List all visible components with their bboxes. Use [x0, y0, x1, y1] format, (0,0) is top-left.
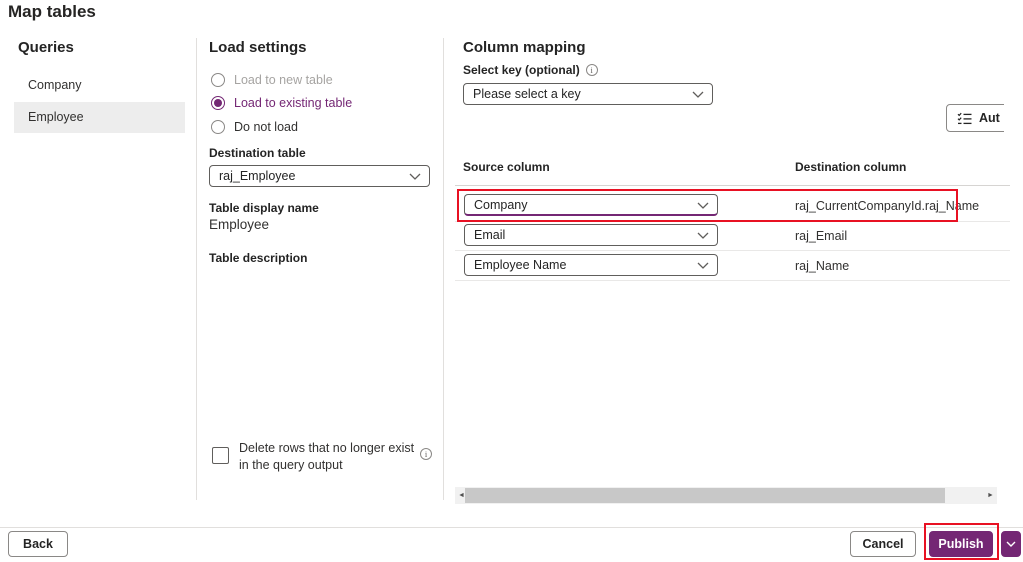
chevron-down-icon	[697, 232, 709, 239]
back-button[interactable]: Back	[8, 531, 68, 557]
dropdown-value: raj_Employee	[219, 169, 296, 183]
info-icon[interactable]	[585, 64, 598, 76]
table-display-name-value: Employee	[209, 217, 270, 232]
cancel-button[interactable]: Cancel	[850, 531, 916, 557]
chevron-down-icon	[409, 173, 421, 180]
table-row-divider	[455, 221, 1010, 222]
destination-table-label: Destination table	[209, 146, 306, 160]
source-column-dropdown-email[interactable]: Email	[464, 224, 718, 246]
dropdown-value: Email	[474, 228, 506, 242]
select-key-dropdown[interactable]: Please select a key	[463, 83, 713, 105]
horizontal-scrollbar[interactable]: ◄ ►	[455, 487, 997, 504]
query-item-label: Company	[28, 78, 82, 92]
auto-map-button-clip: Aut	[946, 104, 1004, 134]
scrollbar-thumb[interactable]	[465, 488, 945, 503]
panel-divider	[196, 38, 197, 500]
scroll-right-arrow-icon[interactable]: ►	[985, 487, 996, 504]
queries-heading: Queries	[18, 39, 74, 56]
auto-map-button[interactable]: Aut	[946, 104, 1004, 132]
table-row-divider	[455, 250, 1010, 251]
map-tables-page: Map tables Queries Company Employee Load…	[0, 0, 1023, 562]
load-settings-heading: Load settings	[209, 39, 307, 56]
auto-map-label: Aut	[979, 111, 1000, 125]
dropdown-value: Employee Name	[474, 258, 567, 272]
select-key-label: Select key (optional)	[463, 63, 580, 77]
publish-button[interactable]: Publish	[929, 531, 993, 557]
source-column-header: Source column	[463, 160, 550, 174]
radio-icon	[211, 96, 225, 110]
query-item-label: Employee	[28, 110, 84, 124]
radio-load-to-existing-table[interactable]: Load to existing table	[211, 95, 352, 111]
info-icon[interactable]	[420, 448, 432, 460]
source-column-dropdown-employee-name[interactable]: Employee Name	[464, 254, 718, 276]
radio-label: Do not load	[234, 120, 298, 134]
radio-label: Load to new table	[234, 73, 333, 87]
radio-icon	[211, 73, 225, 87]
query-item-company[interactable]: Company	[14, 70, 185, 101]
destination-column-header: Destination column	[795, 160, 907, 174]
table-display-name-label: Table display name	[209, 201, 319, 215]
panel-divider	[443, 38, 444, 500]
radio-label: Load to existing table	[234, 96, 353, 110]
radio-do-not-load[interactable]: Do not load	[211, 119, 298, 135]
footer-divider	[0, 527, 1023, 528]
dropdown-value: Please select a key	[473, 87, 581, 101]
destination-column-value: raj_CurrentCompanyId.raj_Name	[795, 199, 980, 213]
dropdown-value: Company	[474, 198, 528, 212]
chevron-down-icon	[1006, 541, 1016, 547]
table-description-label: Table description	[209, 251, 308, 265]
radio-load-to-new-table[interactable]: Load to new table	[211, 72, 333, 88]
destination-column-value: raj_Email	[795, 229, 848, 243]
chevron-down-icon	[697, 262, 709, 269]
query-item-employee[interactable]: Employee	[14, 102, 185, 133]
destination-column-value: raj_Name	[795, 259, 850, 273]
table-row-divider	[455, 280, 1010, 281]
auto-map-checklist-icon	[957, 112, 972, 124]
publish-split-chevron-button[interactable]	[1001, 531, 1021, 557]
delete-rows-label: Delete rows that no longer exist in the …	[239, 441, 415, 472]
chevron-down-icon	[697, 202, 709, 209]
destination-table-dropdown[interactable]: raj_Employee	[209, 165, 430, 187]
page-title: Map tables	[8, 2, 96, 21]
column-mapping-heading: Column mapping	[463, 39, 586, 56]
radio-icon	[211, 120, 225, 134]
table-header-divider	[455, 185, 1010, 186]
delete-rows-checkbox[interactable]	[212, 447, 229, 464]
source-column-dropdown-company[interactable]: Company	[464, 194, 718, 216]
chevron-down-icon	[692, 91, 704, 98]
